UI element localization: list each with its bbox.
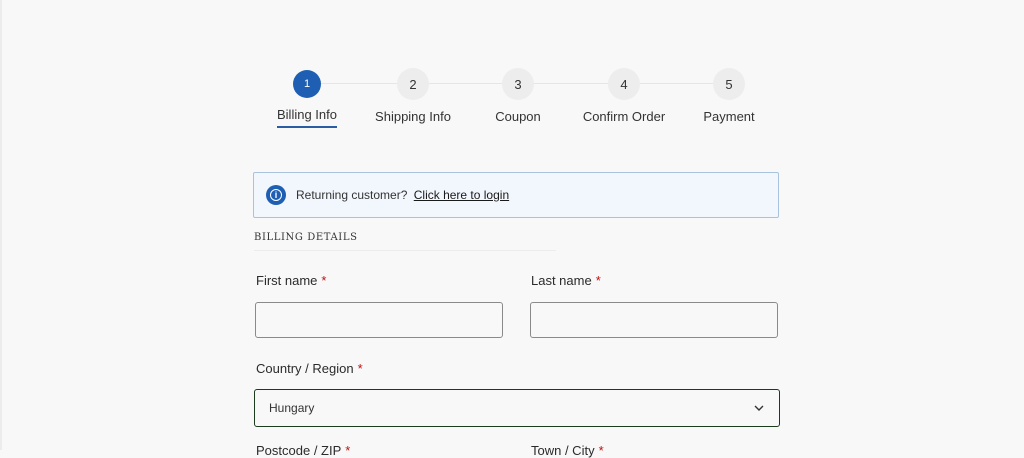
page-edge bbox=[0, 0, 2, 450]
required-mark: * bbox=[598, 443, 604, 458]
city-label: Town / City * bbox=[531, 443, 604, 458]
returning-customer-notice: i Returning customer? Click here to logi… bbox=[253, 172, 779, 218]
required-mark: * bbox=[357, 361, 363, 376]
step-billing-info[interactable]: 1 Billing Info bbox=[247, 68, 367, 128]
first-name-label: First name * bbox=[256, 273, 326, 288]
step-label: Coupon bbox=[495, 109, 541, 124]
step-confirm-order[interactable]: 4 Confirm Order bbox=[564, 68, 684, 126]
last-name-input[interactable] bbox=[530, 302, 778, 338]
required-mark: * bbox=[321, 273, 327, 288]
city-label-text: Town / City bbox=[531, 443, 595, 458]
country-label-text: Country / Region bbox=[256, 361, 354, 376]
checkout-stepper: 1 Billing Info 2 Shipping Info 3 Coupon … bbox=[254, 68, 781, 138]
step-number: 5 bbox=[713, 68, 745, 100]
last-name-label-text: Last name bbox=[531, 273, 592, 288]
step-label: Payment bbox=[703, 109, 755, 124]
country-select[interactable]: Hungary bbox=[254, 389, 780, 427]
step-number: 2 bbox=[397, 68, 429, 100]
step-shipping-info[interactable]: 2 Shipping Info bbox=[353, 68, 473, 126]
country-label: Country / Region * bbox=[256, 361, 363, 376]
last-name-label: Last name * bbox=[531, 273, 601, 288]
billing-details-heading: BILLING DETAILS bbox=[254, 232, 556, 251]
postcode-label-text: Postcode / ZIP bbox=[256, 443, 342, 458]
info-icon: i bbox=[266, 185, 286, 205]
postcode-label: Postcode / ZIP * bbox=[256, 443, 350, 458]
chevron-down-icon bbox=[753, 402, 765, 414]
step-number: 1 bbox=[293, 70, 321, 98]
first-name-input[interactable] bbox=[255, 302, 503, 338]
step-payment[interactable]: 5 Payment bbox=[669, 68, 789, 126]
step-label: Billing Info bbox=[277, 107, 337, 128]
step-number: 4 bbox=[608, 68, 640, 100]
first-name-label-text: First name bbox=[256, 273, 318, 288]
step-label: Shipping Info bbox=[375, 109, 451, 124]
notice-text: Returning customer? Click here to login bbox=[296, 188, 509, 202]
step-number: 3 bbox=[502, 68, 534, 100]
step-coupon[interactable]: 3 Coupon bbox=[458, 68, 578, 126]
country-select-value: Hungary bbox=[269, 401, 315, 415]
notice-message: Returning customer? bbox=[296, 188, 408, 202]
step-label: Confirm Order bbox=[582, 109, 666, 124]
login-link[interactable]: Click here to login bbox=[414, 188, 509, 202]
required-mark: * bbox=[595, 273, 601, 288]
required-mark: * bbox=[345, 443, 351, 458]
